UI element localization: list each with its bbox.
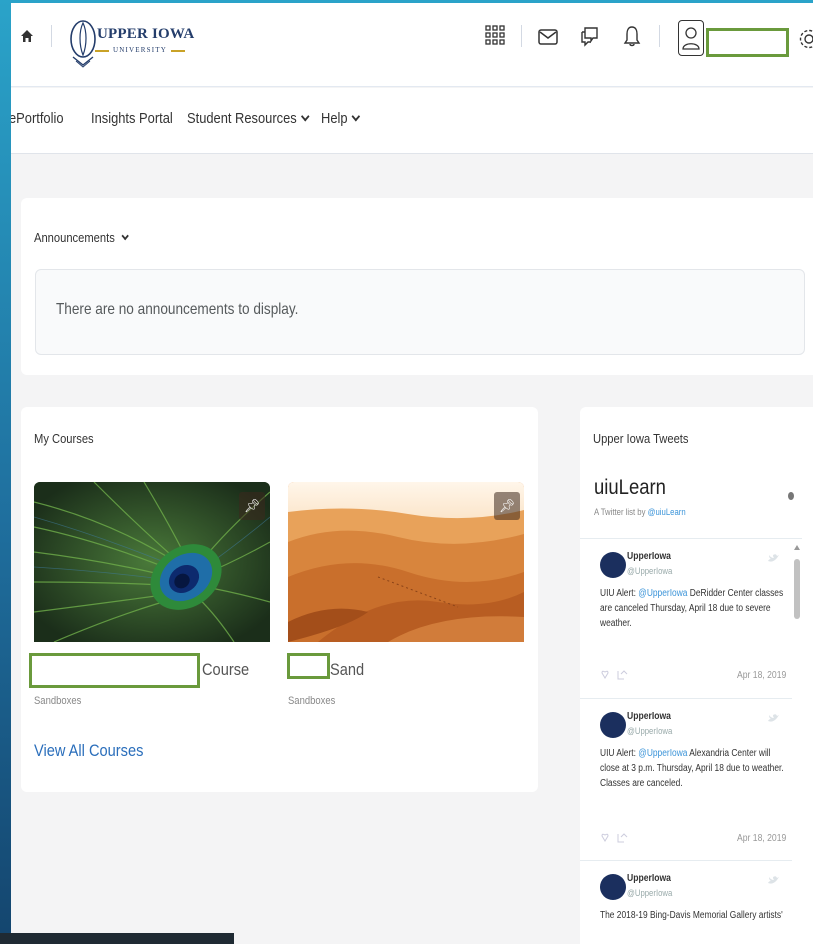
tweet-author-handle[interactable]: @UpperIowa [627, 726, 672, 736]
tweet-scrollbar[interactable] [792, 539, 802, 944]
tweet-author-handle[interactable]: @UpperIowa [627, 888, 672, 898]
tweet-author-name[interactable]: UpperIowa [627, 551, 671, 562]
home-icon[interactable] [20, 29, 34, 43]
course-category-1: Sandboxes [34, 695, 82, 707]
redacted-username[interactable] [706, 28, 789, 57]
tweet-author-handle[interactable]: @UpperIowa [627, 566, 672, 576]
chevron-down-icon[interactable] [121, 231, 129, 241]
main-nav: ePortfolio Insights Portal Student Resou… [11, 88, 813, 154]
my-courses-title: My Courses [34, 431, 94, 446]
bottom-status-bar [0, 933, 234, 944]
divider [659, 25, 660, 47]
course-image-peacock[interactable]: 📌︎ [34, 482, 270, 642]
logo-title: UPPER IOWA [97, 26, 195, 42]
tweet-date[interactable]: Apr 18, 2019 [737, 833, 786, 844]
scroll-thumb[interactable] [794, 559, 800, 619]
announcements-empty-box: There are no announcements to display. [35, 269, 805, 355]
top-header: UPPER IOWA UNIVERSITY [11, 3, 813, 87]
nav-student-resources[interactable]: Student Resources [187, 110, 310, 127]
divider [51, 25, 52, 47]
tweet-avatar[interactable] [600, 552, 626, 578]
twitter-bird-icon [768, 714, 779, 722]
desert-dunes-image [288, 482, 524, 642]
tweet-author-name[interactable]: UpperIowa [627, 711, 671, 722]
user-avatar[interactable] [678, 20, 704, 56]
tweet-item[interactable]: UpperIowa @UpperIowa The 2018-19 Bing-Da… [580, 861, 792, 944]
logo-rule-right [171, 50, 185, 52]
app-frame: UPPER IOWA UNIVERSITY ePortfolio Insight… [11, 3, 813, 944]
info-icon[interactable] [787, 491, 795, 501]
redacted-course-name [287, 653, 330, 679]
logo-mark-icon [70, 20, 96, 68]
twitter-bird-icon [768, 876, 779, 884]
tweet-author-name[interactable]: UpperIowa [627, 873, 671, 884]
bell-icon[interactable] [623, 25, 641, 47]
announcements-empty-message: There are no announcements to display. [56, 301, 299, 318]
tweet-date[interactable]: Apr 18, 2019 [737, 670, 786, 681]
tweet-item[interactable]: UpperIowa @UpperIowa UIU Alert: @UpperIo… [580, 539, 792, 699]
nav-help[interactable]: Help [321, 110, 360, 127]
university-logo[interactable] [67, 17, 207, 69]
tweet-item[interactable]: UpperIowa @UpperIowa UIU Alert: @UpperIo… [580, 699, 792, 861]
mail-icon[interactable] [538, 29, 558, 45]
nav-eportfolio[interactable]: ePortfolio [11, 110, 64, 127]
tweet-like-share-icon[interactable] [600, 669, 630, 681]
twitter-bird-icon [768, 554, 779, 562]
chevron-down-icon [300, 111, 310, 122]
announcements-widget: Announcements There are no announcements… [21, 198, 813, 375]
user-icon [682, 27, 700, 50]
twitter-list-name[interactable]: uiuLearn [594, 476, 666, 500]
view-all-courses-link[interactable]: View All Courses [34, 741, 143, 761]
twitter-list-byline: A Twitter list by @uiuLearn [594, 507, 686, 517]
divider [521, 25, 522, 47]
app-grid-icon[interactable] [485, 25, 505, 45]
pin-icon[interactable]: 📌︎ [239, 492, 265, 520]
twitter-list-owner-link[interactable]: @uiuLearn [648, 507, 686, 517]
tweet-text: UIU Alert: @UpperIowa DeRidder Center cl… [600, 588, 784, 629]
gear-icon[interactable] [797, 27, 813, 51]
tweet-like-share-icon[interactable] [600, 832, 630, 844]
course-image-desert[interactable]: 📌︎ [288, 482, 524, 642]
announcements-title[interactable]: Announcements [34, 230, 129, 245]
redacted-course-name [29, 653, 200, 688]
tweet-avatar[interactable] [600, 874, 626, 900]
tweet-timeline[interactable]: UpperIowa @UpperIowa UIU Alert: @UpperIo… [580, 538, 802, 944]
chat-icon[interactable] [580, 25, 600, 47]
tweets-widget: Upper Iowa Tweets uiuLearn A Twitter lis… [580, 407, 813, 944]
course-name-1[interactable]: Course [202, 660, 249, 680]
my-courses-widget: My Courses 📌︎ Course Sandboxes 📌︎ Sand S… [21, 407, 538, 792]
tweet-text: The 2018-19 Bing-Davis Memorial Gallery … [600, 910, 783, 921]
course-name-2[interactable]: Sand [330, 660, 364, 680]
tweet-text: UIU Alert: @UpperIowa Alexandria Center … [600, 748, 784, 789]
pin-icon[interactable]: 📌︎ [494, 492, 520, 520]
tweet-avatar[interactable] [600, 712, 626, 738]
scroll-up-icon[interactable] [794, 545, 800, 550]
course-category-2: Sandboxes [288, 695, 336, 707]
peacock-feather-image [34, 482, 270, 642]
nav-insights-portal[interactable]: Insights Portal [91, 110, 173, 127]
tweets-title: Upper Iowa Tweets [593, 431, 689, 446]
chevron-down-icon [351, 111, 360, 122]
